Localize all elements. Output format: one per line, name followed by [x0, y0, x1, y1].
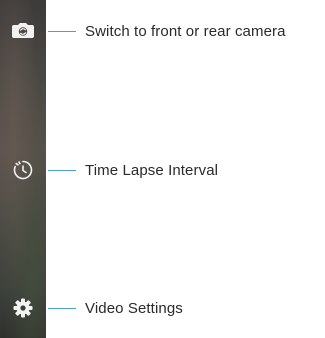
callout-label-timelapse: Time Lapse Interval: [85, 161, 219, 179]
leader-line: [48, 307, 76, 309]
gear-icon: [13, 298, 33, 318]
callout-switch-camera: Switch to front or rear camera: [48, 21, 286, 41]
timelapse-interval-button[interactable]: [0, 152, 46, 188]
timelapse-icon: [13, 160, 33, 180]
video-settings-button[interactable]: [0, 290, 46, 326]
switch-camera-button[interactable]: [0, 13, 46, 49]
camera-switch-icon: [12, 23, 34, 38]
callout-label-video-settings: Video Settings: [85, 299, 183, 317]
callout-timelapse: Time Lapse Interval: [48, 160, 218, 180]
camera-control-strip: [0, 0, 46, 338]
callout-video-settings: Video Settings: [48, 298, 183, 318]
leader-line: [48, 30, 76, 32]
leader-line: [48, 169, 76, 171]
callout-label-switch-camera: Switch to front or rear camera: [85, 22, 286, 40]
